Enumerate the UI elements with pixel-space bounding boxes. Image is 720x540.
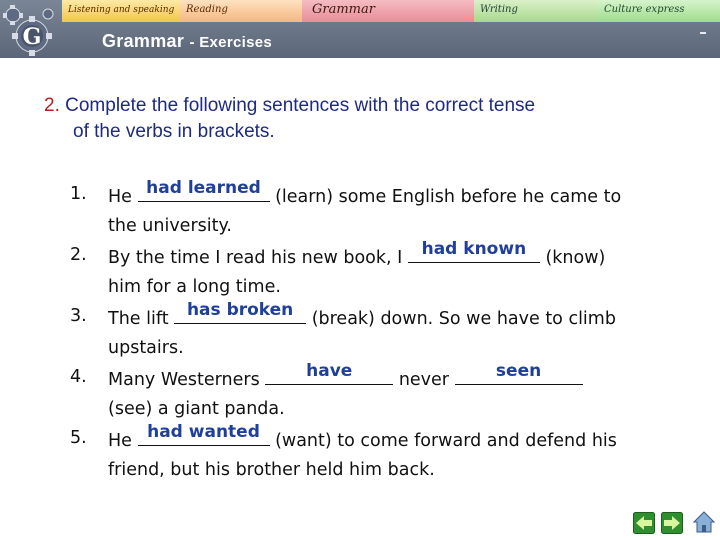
answer-blank[interactable]: had learned bbox=[137, 178, 270, 202]
tab-listening-and-speaking[interactable]: Listening and speaking bbox=[62, 0, 180, 22]
item-text-line2: upstairs. bbox=[108, 338, 184, 358]
answer-text: have bbox=[306, 361, 353, 381]
back-arrow-icon[interactable] bbox=[633, 512, 655, 534]
item-number: 3. bbox=[70, 306, 87, 326]
grammar-gear-logo: G bbox=[3, 5, 54, 56]
answer-text-2: seen bbox=[495, 361, 542, 381]
item-text-before: The lift bbox=[108, 309, 175, 329]
exercise-item: 4. Many Westerners have never seen (see)… bbox=[70, 361, 680, 424]
item-text-line2: friend, but his brother held him back. bbox=[108, 460, 435, 480]
page-title-main: Grammar bbox=[102, 31, 185, 51]
tab-grammar[interactable]: Grammar bbox=[302, 0, 474, 22]
item-text-after: (want) to come forward and defend his bbox=[269, 431, 617, 451]
answer-text: had known bbox=[421, 239, 527, 259]
exercise-item: 5. He had wanted (want) to come forward … bbox=[70, 422, 680, 485]
answer-text: had wanted bbox=[147, 422, 260, 442]
section-tabs: Listening and speaking Reading Grammar W… bbox=[0, 0, 720, 22]
tab-writing[interactable]: Writing bbox=[474, 0, 596, 22]
page-title-sub: - Exercises bbox=[189, 34, 272, 51]
page-title: Grammar - Exercises bbox=[102, 31, 272, 52]
answer-blank[interactable]: had wanted bbox=[137, 422, 270, 446]
answer-blank[interactable]: has broken bbox=[174, 300, 307, 324]
item-number: 4. bbox=[70, 367, 87, 387]
item-text-middle: never bbox=[393, 370, 455, 390]
item-text-before: He bbox=[108, 187, 138, 207]
task-instruction: 2. Complete the following sentences with… bbox=[44, 93, 694, 145]
answer-blank-2[interactable]: seen bbox=[454, 361, 583, 385]
item-text-after: (break) down. So we have to climb bbox=[306, 309, 616, 329]
exercise-list: 1. He had learned (learn) some English b… bbox=[70, 178, 680, 485]
item-text-after: (know) bbox=[539, 248, 606, 268]
item-text-line2: the university. bbox=[108, 216, 232, 236]
tab-reading[interactable]: Reading bbox=[180, 0, 302, 22]
item-number: 2. bbox=[70, 245, 87, 265]
exercise-item: 3. The lift has broken (break) down. So … bbox=[70, 300, 680, 363]
exercise-item: 2. By the time I read his new book, I ha… bbox=[70, 239, 680, 302]
answer-blank[interactable]: had known bbox=[407, 239, 540, 263]
home-icon[interactable] bbox=[692, 510, 716, 534]
item-text-before: By the time I read his new book, I bbox=[108, 248, 408, 268]
answer-text: had learned bbox=[146, 178, 261, 198]
item-text-before: Many Westerners bbox=[108, 370, 266, 390]
tab-culture-express[interactable]: Culture express bbox=[596, 0, 720, 22]
forward-arrow-icon[interactable] bbox=[661, 512, 683, 534]
item-number: 1. bbox=[70, 184, 87, 204]
item-text-after: (learn) some English before he came to bbox=[269, 187, 622, 207]
task-line-1: Complete the following sentences with th… bbox=[65, 95, 536, 116]
answer-blank[interactable]: have bbox=[265, 361, 394, 385]
logo-letter: G bbox=[23, 24, 42, 50]
exercise-item: 1. He had learned (learn) some English b… bbox=[70, 178, 680, 241]
task-line-2: of the verbs in brackets. bbox=[73, 121, 275, 142]
task-number: 2. bbox=[44, 95, 60, 116]
item-text-before: He bbox=[108, 431, 138, 451]
item-number: 5. bbox=[70, 428, 87, 448]
header-bar: Listening and speaking Reading Grammar W… bbox=[0, 0, 720, 58]
header-dash bbox=[700, 32, 706, 34]
answer-text: has broken bbox=[186, 300, 294, 320]
